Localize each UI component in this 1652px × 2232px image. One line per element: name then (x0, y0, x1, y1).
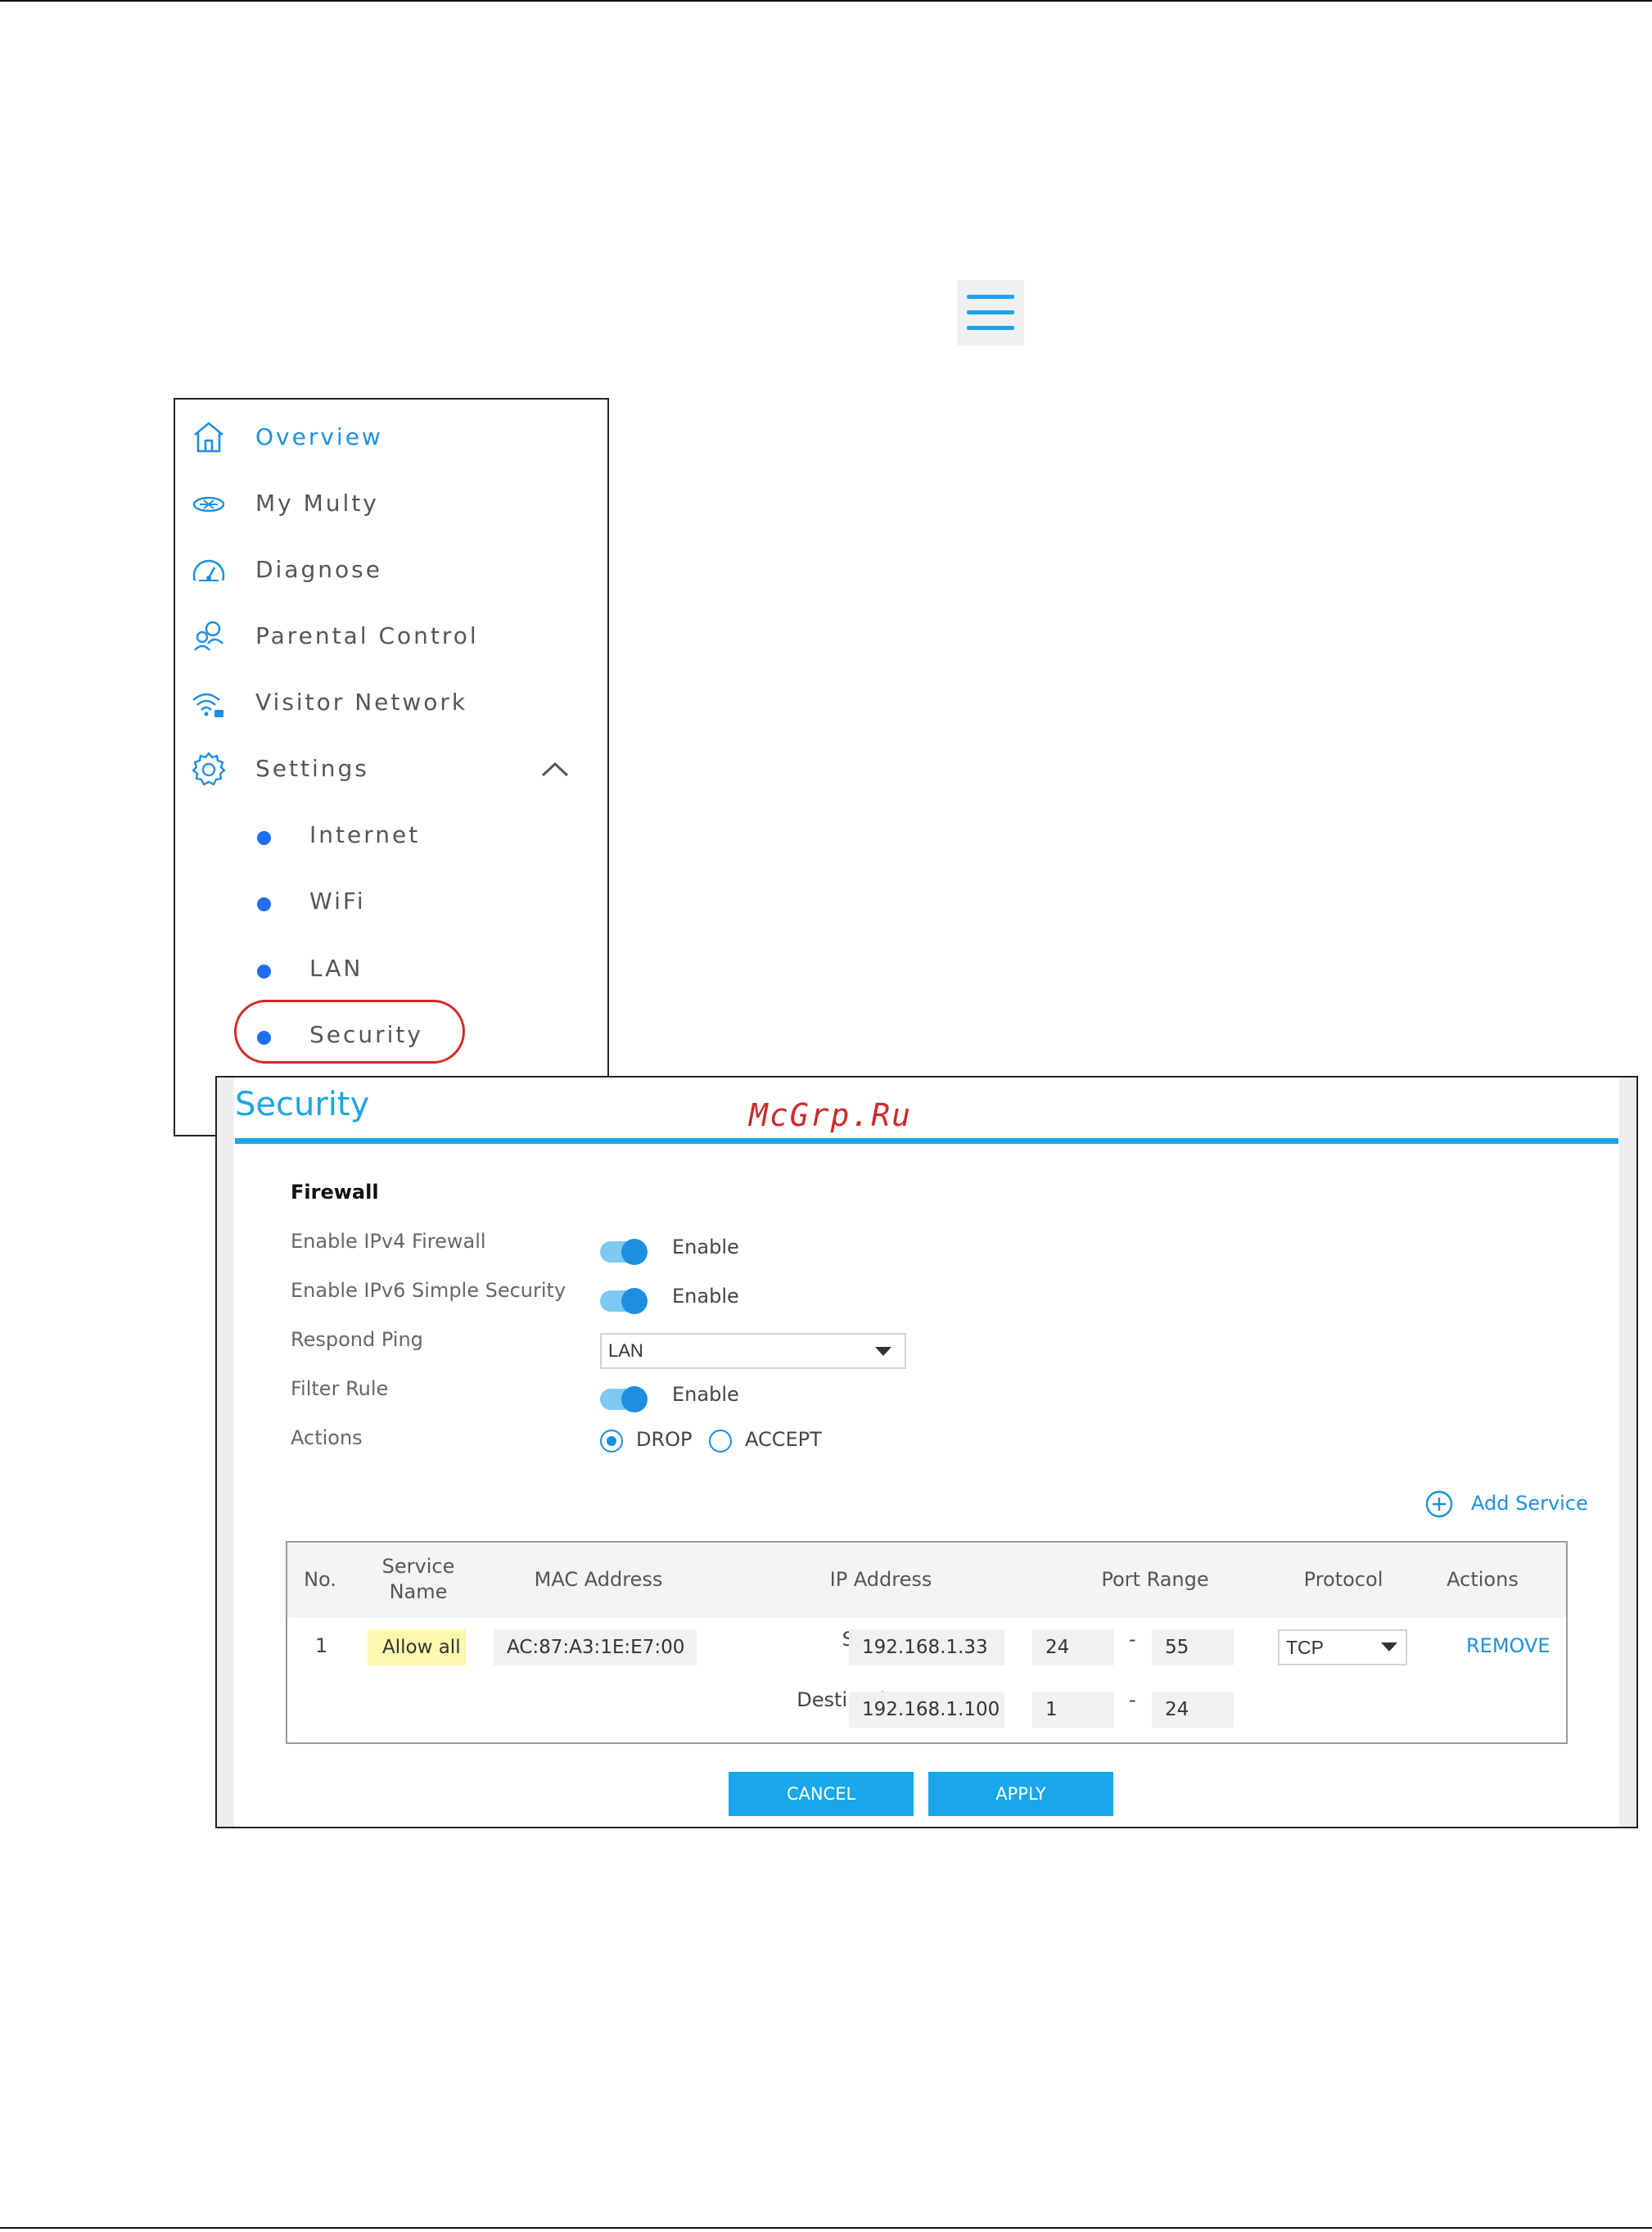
column-header-no: No. (304, 1568, 336, 1591)
destination-port-to-field[interactable]: 24 (1152, 1692, 1234, 1728)
sidebar-item-overview[interactable]: Overview (175, 409, 607, 466)
port-range-dash: - (1129, 1628, 1136, 1651)
service-table: No. Service Name MAC Address IP Address … (286, 1541, 1568, 1744)
filter-rule-toggle[interactable] (600, 1386, 648, 1412)
hamburger-line (967, 326, 1014, 330)
firewall-heading: Firewall (291, 1181, 379, 1204)
port-range-dash: - (1129, 1688, 1136, 1711)
filter-rule-label: Filter Rule (291, 1377, 389, 1400)
bullet-dot-icon (257, 897, 271, 911)
column-header-service-name: Service Name (381, 1555, 455, 1603)
column-header-protocol: Protocol (1303, 1568, 1383, 1591)
row-number: 1 (315, 1634, 328, 1657)
cancel-button[interactable]: CANCEL (729, 1772, 914, 1816)
hamburger-line (967, 310, 1014, 314)
ipv6-security-toggle[interactable] (600, 1288, 648, 1314)
source-port-to-field[interactable]: 55 (1152, 1629, 1234, 1665)
parental-control-icon (194, 621, 223, 651)
sidebar-item-label: My Multy (255, 490, 379, 517)
destination-ip-field[interactable]: 192.168.1.100 (849, 1692, 1004, 1728)
panel-shade-right (1619, 1078, 1636, 1827)
apply-button[interactable]: APPLY (928, 1772, 1113, 1816)
respond-ping-select[interactable]: LAN (600, 1333, 906, 1369)
bullet-dot-icon (257, 831, 271, 845)
hamburger-menu-button[interactable] (957, 280, 1024, 346)
add-circle-icon (1425, 1490, 1453, 1518)
ipv6-security-value: Enable (672, 1285, 739, 1308)
sidebar-item-label: Visitor Network (255, 689, 468, 716)
sidebar-item-label: Diagnose (255, 556, 382, 583)
add-service-label: Add Service (1471, 1492, 1588, 1515)
sidebar-subitem-wifi[interactable]: WiFi (175, 873, 607, 930)
destination-port-from-field[interactable]: 1 (1032, 1692, 1114, 1728)
page-top-rule (0, 0, 1652, 2)
mac-address-field[interactable]: AC:87:A3:1E:E7:00 (494, 1629, 697, 1665)
accept-radio-label: ACCEPT (745, 1428, 822, 1451)
respond-ping-value: LAN (608, 1340, 643, 1361)
dropdown-arrow-icon (875, 1347, 891, 1356)
sidebar-item-settings[interactable]: Settings (175, 740, 607, 797)
column-header-mac-address: MAC Address (534, 1568, 663, 1591)
watermark: McGrp.Ru (749, 1097, 913, 1133)
sidebar-item-diagnose[interactable]: Diagnose (175, 541, 607, 599)
sidebar-subitem-label: Security (309, 1021, 423, 1048)
table-header: No. Service Name MAC Address IP Address … (287, 1543, 1566, 1618)
protocol-value: TCP (1286, 1637, 1324, 1658)
filter-rule-value: Enable (672, 1383, 739, 1406)
actions-label: Actions (291, 1426, 363, 1449)
panel-shade-left (217, 1078, 234, 1827)
chevron-up-icon[interactable] (539, 757, 571, 781)
ipv4-firewall-toggle[interactable] (600, 1239, 648, 1265)
multy-device-icon (192, 496, 225, 513)
home-icon (194, 422, 223, 453)
sidebar-subitem-lan[interactable]: LAN (175, 940, 607, 997)
sidebar-subitem-security[interactable]: Security (175, 1006, 607, 1064)
security-panel: Security McGrp.Ru Firewall Enable IPv4 F… (215, 1076, 1638, 1828)
service-name-field[interactable]: Allow all (368, 1629, 466, 1665)
respond-ping-label: Respond Ping (291, 1328, 423, 1351)
drop-radio-label: DROP (636, 1428, 693, 1451)
accept-radio[interactable] (709, 1430, 732, 1453)
remove-link[interactable]: REMOVE (1466, 1634, 1550, 1657)
sidebar-item-label: Settings (255, 755, 369, 782)
wifi-guest-icon (192, 693, 223, 717)
ipv4-firewall-label: Enable IPv4 Firewall (291, 1230, 486, 1253)
sidebar-item-visitor-network[interactable]: Visitor Network (175, 674, 607, 731)
source-port-from-field[interactable]: 24 (1032, 1629, 1114, 1665)
sidebar-subitem-label: LAN (309, 955, 363, 982)
bullet-dot-icon (257, 965, 271, 978)
column-header-actions: Actions (1447, 1568, 1519, 1591)
column-header-ip-address: IP Address (829, 1568, 932, 1591)
sidebar-item-parental-control[interactable]: Parental Control (175, 608, 607, 665)
hamburger-menu-icon (967, 295, 1014, 299)
ipv6-security-label: Enable IPv6 Simple Security (291, 1279, 566, 1302)
drop-radio[interactable] (600, 1430, 623, 1453)
protocol-select[interactable]: TCP (1278, 1629, 1407, 1665)
sidebar-subitem-label: WiFi (309, 888, 366, 915)
sidebar-subitem-internet[interactable]: Internet (175, 807, 607, 864)
sidebar-item-my-multy[interactable]: My Multy (175, 475, 607, 532)
title-underline (235, 1138, 1618, 1144)
dropdown-arrow-icon (1381, 1642, 1397, 1651)
sidebar-subitem-label: Internet (309, 821, 421, 848)
ipv4-firewall-value: Enable (672, 1236, 739, 1258)
bullet-dot-icon (257, 1031, 271, 1045)
sidebar-item-label: Parental Control (255, 622, 479, 649)
page-bottom-rule (0, 2227, 1652, 2229)
page-title: Security (235, 1086, 370, 1123)
column-header-port-range: Port Range (1101, 1568, 1209, 1591)
source-ip-field[interactable]: 192.168.1.33 (849, 1629, 1004, 1665)
speedometer-icon (192, 559, 225, 581)
sidebar-item-label: Overview (255, 423, 383, 450)
gear-icon (192, 752, 226, 786)
sidebar-menu: Overview My Multy Diagnose Parental Cont… (174, 398, 609, 1136)
